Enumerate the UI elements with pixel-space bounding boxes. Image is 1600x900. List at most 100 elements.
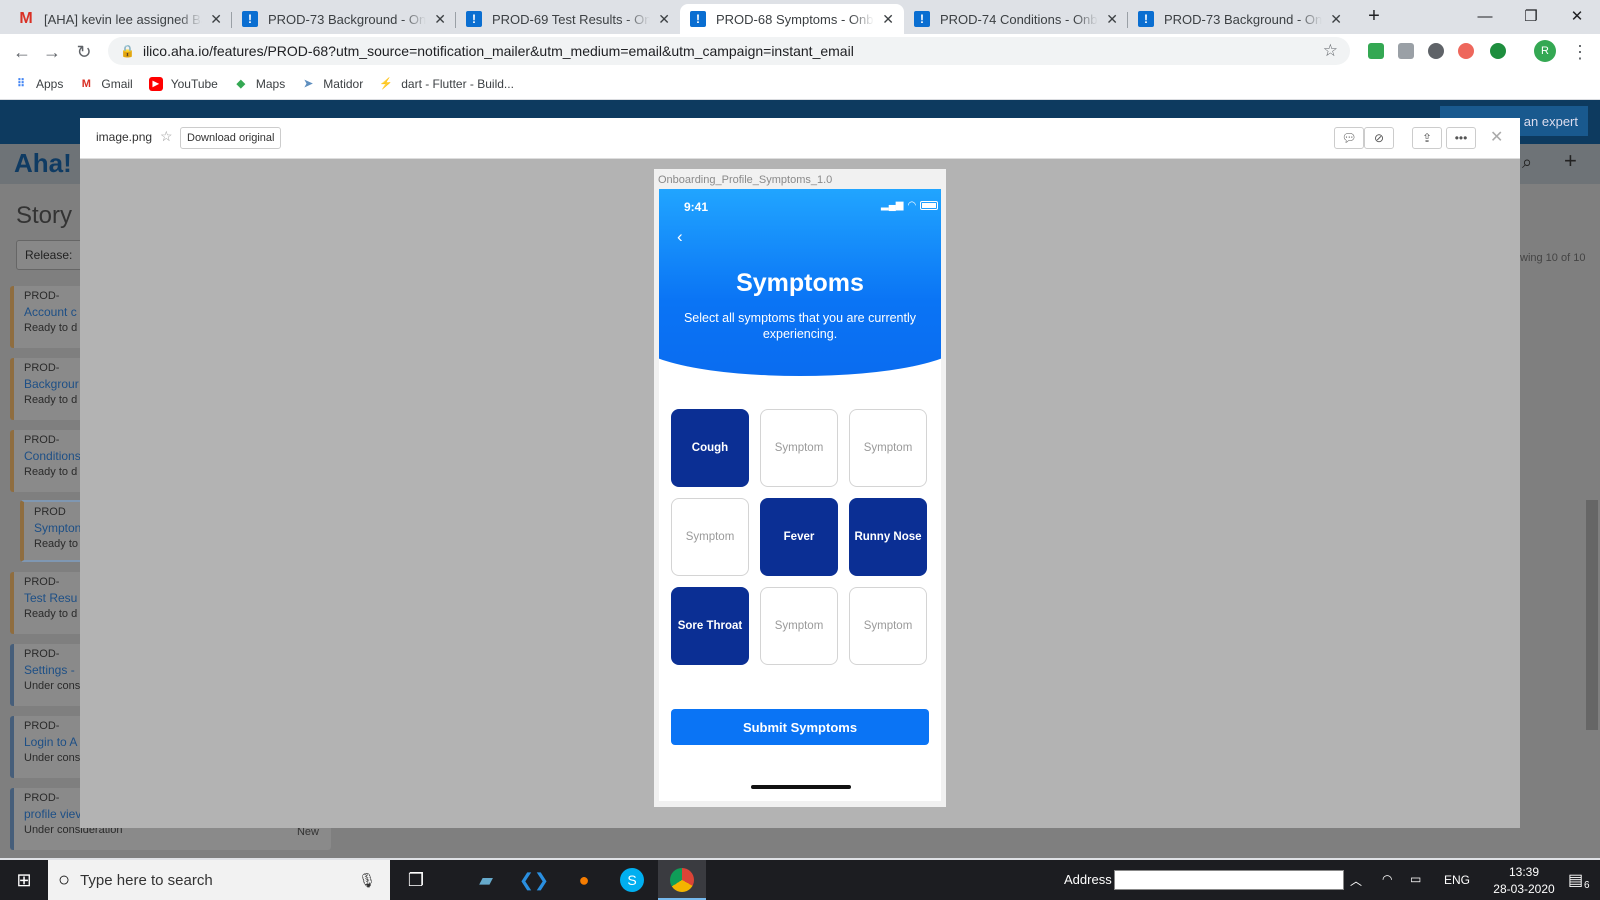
chrome-taskbar-button[interactable] (658, 860, 706, 900)
more-options-icon[interactable]: ••• (1446, 127, 1476, 149)
aha-icon: ! (1138, 11, 1154, 27)
clock-time[interactable]: 13:39 (1490, 865, 1558, 879)
language-indicator[interactable]: ENG (1444, 873, 1470, 887)
showing-count: wing 10 of 10 (1520, 252, 1586, 264)
image-preview-modal: image.png ☆ Download original 💬︎ ⊘ ⇪ •••… (80, 118, 1520, 828)
back-arrow-icon[interactable]: ← (10, 40, 34, 64)
profile-avatar[interactable]: R (1534, 40, 1556, 62)
bookmark-youtube[interactable]: ▶ YouTube (148, 76, 218, 91)
url-text: ilico.aha.io/features/PROD-68?utm_source… (142, 43, 854, 59)
apps-grid-icon: ⠿ (16, 78, 26, 90)
aha-icon: ! (914, 11, 930, 27)
bookmark-apps[interactable]: ⠿ Apps (14, 77, 63, 91)
share-icon[interactable]: ⇪ (1412, 127, 1442, 149)
close-tab-icon[interactable]: ✕ (882, 11, 894, 28)
task-view-icon[interactable]: ❐ (404, 868, 428, 892)
battery-icon[interactable]: ▭ (1410, 872, 1421, 886)
menu-kebab-icon[interactable]: ⋮ (1568, 40, 1592, 64)
minimize-button[interactable]: — (1462, 0, 1508, 32)
close-tab-icon[interactable]: ✕ (1330, 11, 1342, 28)
reload-icon[interactable]: ↻ (72, 40, 96, 64)
close-tab-icon[interactable]: ✕ (658, 11, 670, 28)
bookmark-label: Matidor (323, 76, 364, 91)
address-toolbar-input[interactable] (1114, 870, 1344, 890)
bookmark-label: dart - Flutter - Build... (401, 76, 514, 91)
tab-title: PROD-73 Background - Onboar (1164, 11, 1323, 27)
browser-tab[interactable]: ! PROD-73 Background - Onboar ✕ (232, 4, 456, 34)
tab-title: PROD-73 Background - Onboar (268, 11, 427, 27)
star-icon[interactable]: ☆ (160, 128, 173, 145)
browser-tab[interactable]: ! PROD-73 Background - Onboar ✕ (1128, 4, 1352, 34)
skype-icon[interactable]: S (620, 868, 644, 892)
tab-title: [AHA] kevin lee assigned Backg (44, 11, 202, 27)
browser-toolbar: ← → ↻ 🔒 ilico.aha.io/features/PROD-68?ut… (0, 34, 1600, 68)
aha-icon: ! (242, 11, 258, 27)
close-window-button[interactable]: ✕ (1554, 0, 1600, 32)
comment-icon[interactable]: 💬︎ (1334, 127, 1364, 149)
symptom-tile[interactable]: Symptom (760, 587, 838, 665)
browser-tab-active[interactable]: ! PROD-68 Symptoms - Onboard ✕ (680, 4, 904, 34)
submit-symptoms-button[interactable]: Submit Symptoms (671, 709, 929, 745)
tab-strip: M [AHA] kevin lee assigned Backg ✕ ! PRO… (0, 0, 1600, 34)
download-original-button[interactable]: Download original (180, 127, 282, 149)
search-icon[interactable]: ⌕ (1522, 152, 1532, 173)
file-name: image.png (96, 130, 153, 144)
extension-icon[interactable] (1428, 43, 1444, 59)
signal-icon: ▂▄▆ (881, 200, 904, 211)
dart-icon: ⚡ (379, 78, 394, 90)
clock-date[interactable]: 28-03-2020 (1480, 882, 1568, 896)
symptom-tile[interactable]: Runny Nose (849, 498, 927, 576)
wifi-icon[interactable]: ◠ (1382, 872, 1392, 886)
notification-count: 6 (1584, 880, 1590, 891)
new-tab-button[interactable]: + (1360, 0, 1388, 32)
close-icon[interactable]: ✕ (1490, 127, 1503, 147)
symptom-tile[interactable]: Symptom (849, 587, 927, 665)
gmail-icon: M (19, 10, 33, 27)
browser-tab[interactable]: ! PROD-74 Conditions - Onboard ✕ (904, 4, 1128, 34)
bookmark-star-icon[interactable]: ☆ (1323, 41, 1338, 61)
bookmark-dart[interactable]: ⚡ dart - Flutter - Build... (379, 77, 514, 91)
notification-center-icon[interactable]: ▤ (1568, 870, 1583, 890)
matidor-icon: ➤ (303, 78, 313, 90)
extension-icon[interactable] (1458, 43, 1474, 59)
close-tab-icon[interactable]: ✕ (1106, 11, 1118, 28)
symptom-tile[interactable]: Symptom (671, 498, 749, 576)
close-tab-icon[interactable]: ✕ (434, 11, 446, 28)
browser-tab[interactable]: M [AHA] kevin lee assigned Backg ✕ (8, 4, 232, 34)
address-bar[interactable]: 🔒 ilico.aha.io/features/PROD-68?utm_sour… (108, 37, 1350, 65)
bookmark-maps[interactable]: ◆ Maps (234, 77, 286, 91)
microphone-icon[interactable]: 🎙︎ (358, 872, 376, 889)
restore-button[interactable]: ❐ (1508, 0, 1554, 32)
tab-title: PROD-68 Symptoms - Onboard (716, 11, 874, 27)
extension-icon[interactable] (1398, 43, 1414, 59)
chevron-up-icon[interactable]: ︿ (1350, 872, 1362, 889)
aha-logo[interactable]: Aha! (14, 148, 72, 179)
vscode-icon[interactable]: ❮❯ (519, 868, 549, 892)
close-tab-icon[interactable]: ✕ (210, 11, 222, 28)
symptom-tile[interactable]: Fever (760, 498, 838, 576)
artboard-frame: Onboarding_Profile_Symptoms_1.0 9:41 ▂▄▆… (654, 169, 946, 807)
symptom-tile[interactable]: Symptom (760, 409, 838, 487)
extension-icon[interactable] (1490, 43, 1506, 59)
back-chevron-icon[interactable]: ‹ (677, 227, 683, 247)
windows-start-icon[interactable]: ⊞ (12, 868, 36, 892)
forward-arrow-icon[interactable]: → (40, 40, 64, 64)
symptom-tile[interactable]: Sore Throat (671, 587, 749, 665)
bookmark-label: Gmail (101, 76, 133, 91)
firefox-icon[interactable]: ● (572, 868, 596, 892)
add-icon[interactable]: + (1564, 148, 1577, 174)
hide-comments-icon[interactable]: ⊘ (1364, 127, 1394, 149)
extension-icon[interactable] (1368, 43, 1384, 59)
symptom-tile[interactable]: Cough (671, 409, 749, 487)
scrollbar-thumb[interactable] (1586, 500, 1598, 730)
bookmark-gmail[interactable]: M Gmail (79, 76, 133, 91)
tab-title: PROD-74 Conditions - Onboard (940, 11, 1098, 27)
browser-tab[interactable]: ! PROD-69 Test Results - Onboar ✕ (456, 4, 680, 34)
bookmark-matidor[interactable]: ➤ Matidor (301, 76, 364, 91)
screen-title: Symptoms (736, 269, 864, 297)
file-explorer-icon[interactable]: ▰ (474, 868, 498, 892)
search-placeholder: Type here to search (80, 871, 213, 889)
symptom-tile[interactable]: Symptom (849, 409, 927, 487)
chrome-icon (670, 868, 694, 892)
taskbar-search-box[interactable]: ○ Type here to search 🎙︎ (48, 860, 390, 900)
